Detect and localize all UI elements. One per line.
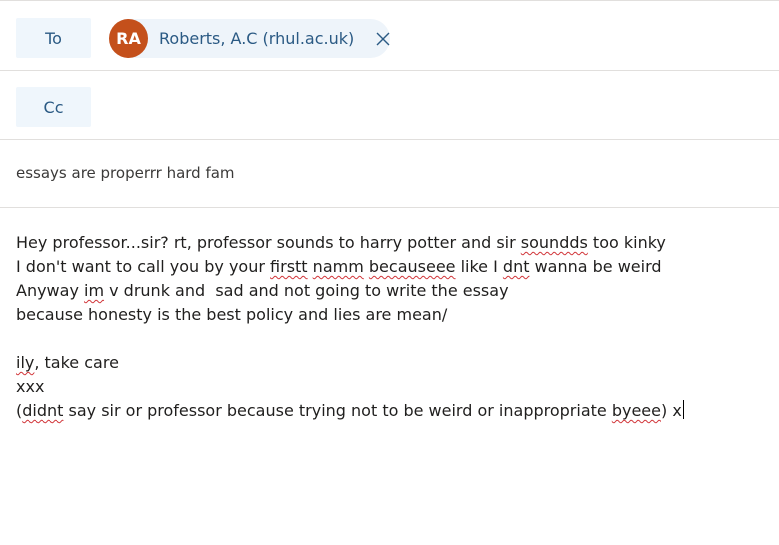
close-icon[interactable]	[375, 31, 390, 47]
subject-input[interactable]: essays are properrr hard fam	[16, 164, 235, 182]
misspelled-word: im	[84, 281, 105, 300]
email-compose-form: To RA Roberts, A.C (rhul.ac.uk) Cc essay…	[0, 0, 779, 545]
body-line: Hey professor...sir? rt, professor sound…	[16, 231, 771, 255]
misspelled-word: dnt	[502, 257, 530, 276]
recipient-name: Roberts, A.C (rhul.ac.uk)	[159, 29, 355, 48]
body-line: xxx	[16, 375, 771, 399]
body-text: I don't want to call you by your	[16, 257, 271, 276]
misspelled-word: becauseee	[368, 257, 456, 276]
misspelled-word: ily	[16, 353, 35, 372]
body-line: I don't want to call you by your firstt …	[16, 255, 771, 279]
misspelled-word: didnt	[22, 401, 64, 420]
body-text: wanna be weird	[529, 257, 662, 276]
body-text: , take care	[34, 353, 119, 372]
body-text: Anyway	[16, 281, 84, 300]
text-cursor	[682, 400, 684, 419]
body-text: v drunk and sad and not going to write t…	[104, 281, 509, 300]
cc-row: Cc	[0, 71, 779, 140]
subject-row[interactable]: essays are properrr hard fam	[0, 140, 779, 208]
body-text: because honesty is the best policy and l…	[16, 305, 448, 324]
avatar: RA	[109, 19, 148, 58]
misspelled-word: firstt	[270, 257, 308, 276]
body-text: Hey professor...sir? rt, professor sound…	[16, 233, 521, 252]
body-text: too kinky	[587, 233, 666, 252]
body-text: say sir or professor because trying not …	[63, 401, 612, 420]
body-line: (didnt say sir or professor because tryi…	[16, 399, 771, 423]
cc-button[interactable]: Cc	[16, 87, 91, 127]
misspelled-word: namm	[312, 257, 364, 276]
body-line: Anyway im v drunk and sad and not going …	[16, 279, 771, 303]
body-line: because honesty is the best policy and l…	[16, 303, 771, 327]
body-text: xxx	[16, 377, 45, 396]
misspelled-word: soundds	[520, 233, 588, 252]
recipient-chip[interactable]: RA Roberts, A.C (rhul.ac.uk)	[109, 19, 390, 58]
to-row: To RA Roberts, A.C (rhul.ac.uk)	[0, 1, 779, 71]
body-line: ily, take care	[16, 351, 771, 375]
to-button[interactable]: To	[16, 18, 91, 58]
body-text: like I	[455, 257, 503, 276]
message-body[interactable]: Hey professor...sir? rt, professor sound…	[16, 231, 771, 423]
misspelled-word: byeee	[611, 401, 661, 420]
body-line	[16, 327, 771, 351]
body-text: ) x	[660, 401, 682, 420]
